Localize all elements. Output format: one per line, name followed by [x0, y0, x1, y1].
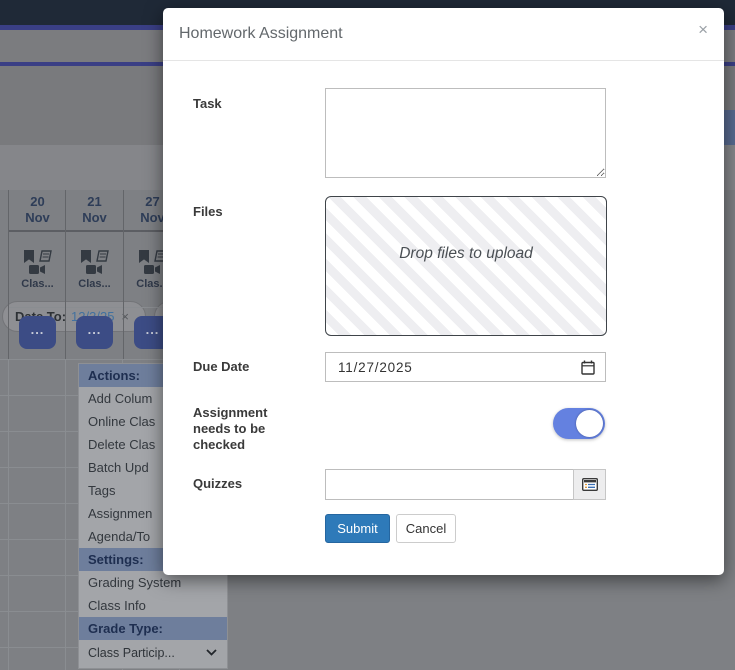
date-column: 21 Nov Clas... ...	[65, 190, 123, 359]
quizzes-input[interactable]	[325, 469, 573, 500]
needs-check-label: Assignment needs to be checked	[193, 405, 268, 452]
more-options-button[interactable]: ...	[19, 316, 56, 349]
column-month: Nov	[25, 210, 50, 225]
toggle-knob	[576, 410, 603, 437]
column-actions-cell: ...	[9, 308, 66, 357]
book-icon	[95, 250, 109, 262]
column-header[interactable]: 21 Nov	[66, 190, 123, 232]
bookmark-icon	[138, 249, 149, 263]
video-camera-icon	[29, 264, 45, 274]
class-label: Clas...	[78, 277, 111, 290]
quizzes-input-group	[325, 469, 606, 500]
column-class-cell[interactable]: Clas...	[9, 232, 66, 308]
files-label: Files	[193, 204, 223, 219]
cancel-button[interactable]: Cancel	[396, 514, 456, 543]
menu-item-class-info[interactable]: Class Info	[79, 594, 227, 617]
bookmark-icon	[80, 249, 91, 263]
homework-assignment-modal: Homework Assignment × Task Files Drop fi…	[163, 8, 724, 575]
modal-title: Homework Assignment	[179, 25, 343, 42]
video-camera-icon	[86, 264, 102, 274]
dropzone-text: Drop files to upload	[399, 245, 533, 262]
file-dropzone[interactable]: Drop files to upload	[325, 196, 607, 336]
close-icon[interactable]: ×	[698, 21, 708, 38]
task-label: Task	[193, 96, 222, 111]
date-column: 20 Nov Clas... ...	[8, 190, 66, 359]
quizzes-picker-button[interactable]	[573, 469, 606, 500]
quizzes-label: Quizzes	[193, 476, 243, 491]
column-day: 27	[145, 194, 160, 210]
more-options-button[interactable]: ...	[76, 316, 113, 349]
due-date-input[interactable]: 11/27/2025	[325, 352, 606, 382]
due-date-value: 11/27/2025	[338, 359, 413, 375]
needs-check-toggle[interactable]	[553, 408, 605, 439]
submit-button[interactable]: Submit	[325, 514, 390, 543]
chevron-down-icon	[206, 649, 217, 656]
column-day: 21	[87, 194, 102, 210]
column-month: Nov	[140, 210, 165, 225]
task-textarea[interactable]	[325, 88, 606, 178]
modal-header: Homework Assignment ×	[163, 8, 724, 61]
column-day: 20	[30, 194, 45, 210]
app-screen: Date To: 12/3/25 × 20 Nov Clas... ...	[0, 0, 735, 670]
column-month: Nov	[82, 210, 107, 225]
column-class-cell[interactable]: Clas...	[66, 232, 123, 308]
due-date-label: Due Date	[193, 359, 250, 374]
video-camera-icon	[144, 264, 160, 274]
book-icon	[38, 250, 52, 262]
calendar-icon[interactable]	[581, 360, 595, 375]
list-icon	[581, 478, 598, 491]
grade-type-select[interactable]: Class Particip...	[79, 640, 227, 665]
grade-type-selected-value: Class Particip...	[88, 645, 175, 660]
column-actions-cell: ...	[66, 308, 123, 357]
bookmark-icon	[23, 249, 34, 263]
class-label: Clas...	[21, 277, 54, 290]
menu-header-grade-type: Grade Type:	[79, 617, 227, 640]
column-header[interactable]: 20 Nov	[9, 190, 66, 232]
